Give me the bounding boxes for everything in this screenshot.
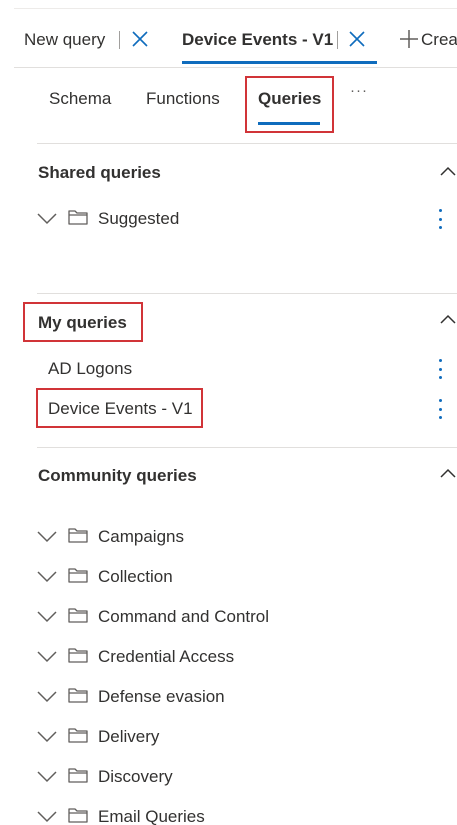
device-events-highlight: [36, 388, 203, 428]
top-border: [14, 8, 457, 9]
tab-separator: [119, 31, 120, 49]
chevron-up-icon[interactable]: [440, 467, 456, 479]
chevron-down-icon: [37, 731, 57, 743]
section-divider: [37, 293, 457, 294]
folder-icon: [68, 567, 88, 583]
chevron-down-icon: [37, 611, 57, 623]
queries-tab-highlight: [245, 76, 334, 133]
folder-row[interactable]: Delivery: [37, 724, 457, 750]
tab-new-query[interactable]: New query: [24, 30, 105, 50]
folder-label: Campaigns: [98, 527, 184, 546]
query-item-ad-logons[interactable]: AD Logons: [37, 356, 457, 382]
folder-label: Delivery: [98, 727, 160, 746]
chevron-down-icon: [37, 651, 57, 663]
chevron-down-icon: [37, 213, 57, 225]
folder-label: Command and Control: [98, 607, 270, 626]
folder-label: Defense evasion: [98, 687, 225, 706]
folder-icon: [68, 647, 88, 663]
folder-row[interactable]: Email Queries: [37, 804, 457, 825]
section-divider: [37, 447, 457, 448]
close-icon[interactable]: [131, 30, 149, 48]
folder-row[interactable]: Campaigns: [37, 524, 457, 550]
folder-label: Credential Access: [98, 647, 235, 666]
folder-row[interactable]: Collection: [37, 564, 457, 590]
shared-queries-title: Shared queries: [38, 163, 161, 182]
plus-icon[interactable]: [399, 29, 419, 49]
folder-label: Collection: [98, 567, 173, 586]
folder-label: Email Queries: [98, 807, 205, 825]
query-label: AD Logons: [48, 359, 133, 378]
chevron-down-icon: [37, 691, 57, 703]
close-icon[interactable]: [348, 30, 366, 48]
subtab-divider: [37, 143, 457, 144]
folder-icon: [68, 727, 88, 743]
my-queries-highlight: [23, 302, 143, 342]
create-button[interactable]: Crea: [421, 30, 457, 50]
more-vertical-icon[interactable]: [432, 398, 448, 420]
community-folder-list: Campaigns Collection Command and Control…: [37, 524, 457, 825]
chevron-down-icon: [37, 531, 57, 543]
chevron-down-icon: [37, 571, 57, 583]
folder-icon: [68, 687, 88, 703]
more-options-button[interactable]: ···: [350, 82, 368, 99]
subtab-schema[interactable]: Schema: [49, 89, 111, 109]
active-tab-indicator: [182, 61, 377, 64]
subtab-functions[interactable]: Functions: [146, 89, 220, 109]
folder-icon: [68, 607, 88, 623]
chevron-down-icon: [37, 771, 57, 783]
tab-separator: [337, 31, 338, 49]
community-queries-title: Community queries: [38, 466, 197, 485]
folder-label: Discovery: [98, 767, 173, 786]
more-vertical-icon[interactable]: [432, 358, 448, 380]
folder-icon: [68, 807, 88, 823]
folder-row[interactable]: Discovery: [37, 764, 457, 790]
folder-row[interactable]: Credential Access: [37, 644, 457, 670]
folder-row[interactable]: Defense evasion: [37, 684, 457, 710]
chevron-up-icon[interactable]: [440, 313, 456, 325]
more-vertical-icon[interactable]: [432, 208, 448, 230]
folder-icon: [68, 767, 88, 783]
folder-icon: [68, 209, 88, 225]
folder-row-suggested[interactable]: Suggested: [37, 206, 457, 232]
tab-device-events[interactable]: Device Events - V1: [182, 30, 333, 50]
folder-icon: [68, 527, 88, 543]
tab-bar-divider: [14, 67, 457, 68]
chevron-down-icon: [37, 811, 57, 823]
folder-row[interactable]: Command and Control: [37, 604, 457, 630]
chevron-up-icon[interactable]: [440, 165, 456, 177]
folder-label: Suggested: [98, 209, 180, 228]
